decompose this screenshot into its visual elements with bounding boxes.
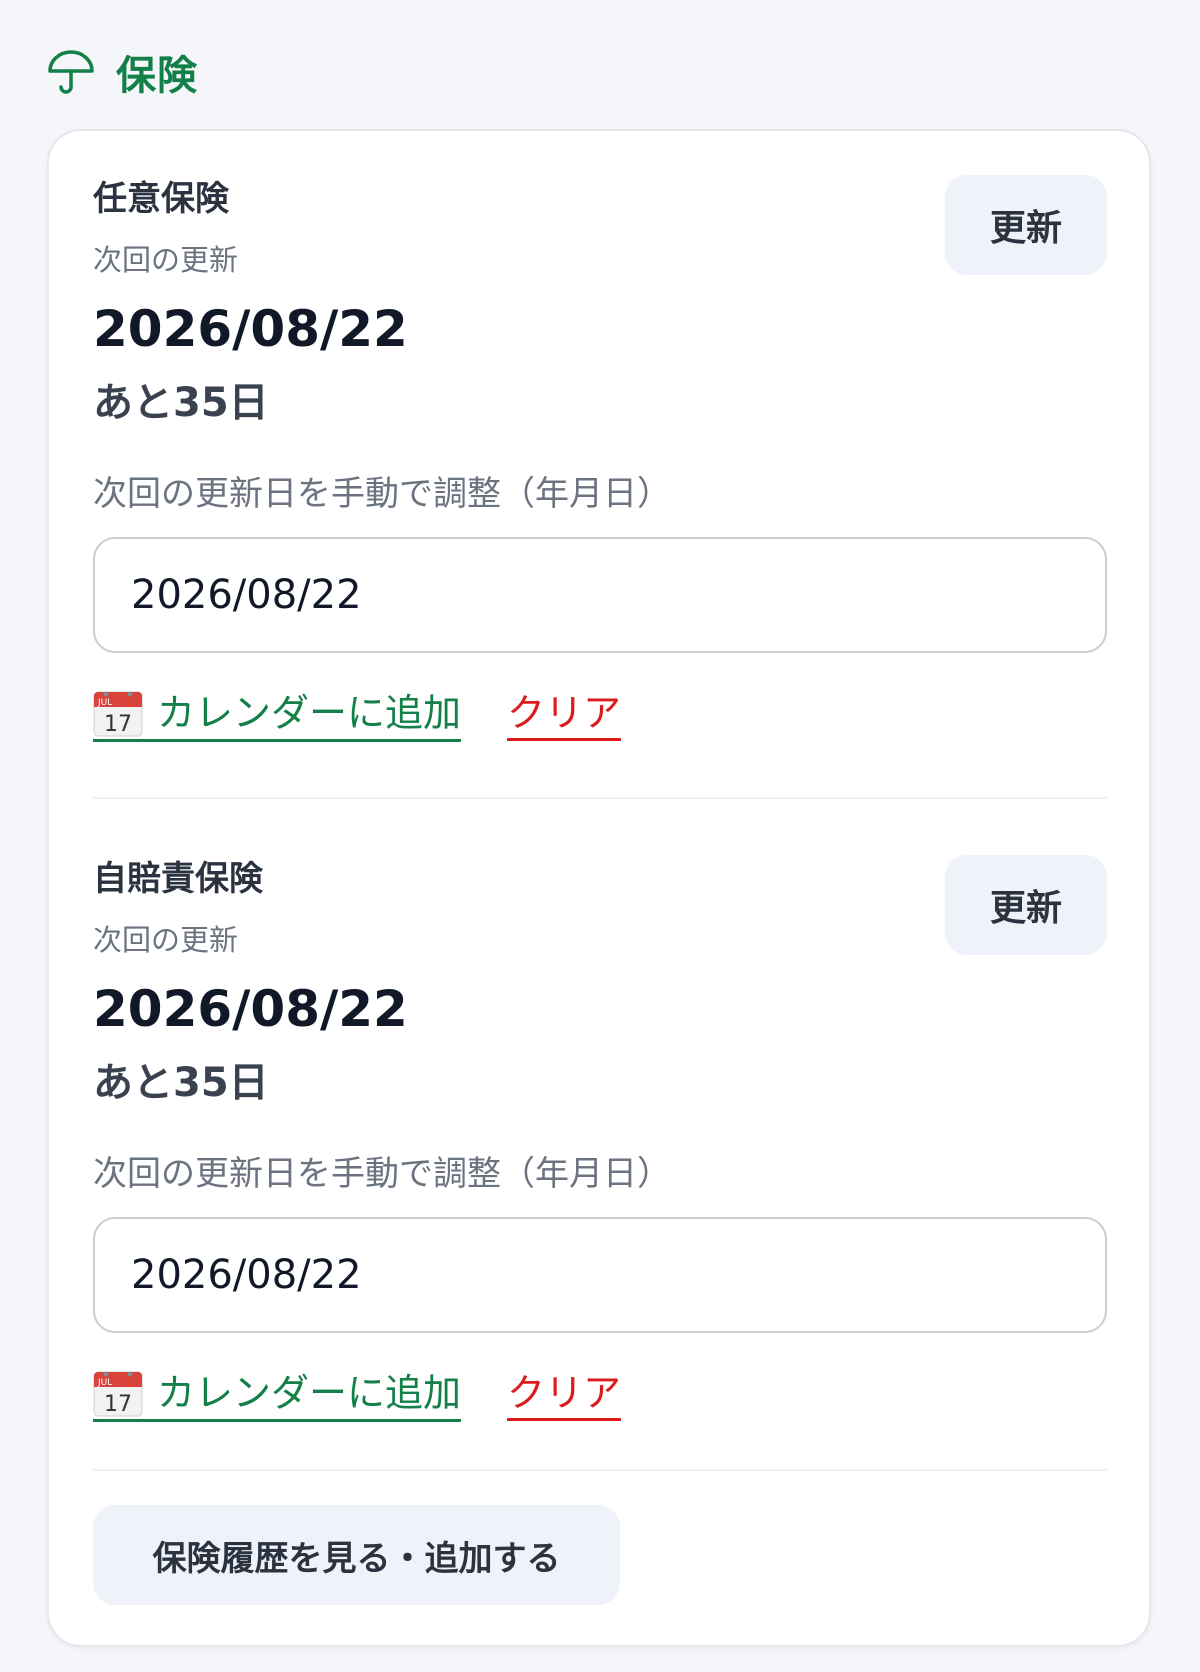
svg-text:17: 17 (104, 1392, 132, 1417)
days-remaining: あと35日 (93, 380, 269, 426)
renewal-date-input[interactable] (93, 1217, 1107, 1333)
calendar-icon: JUL 17 (93, 1369, 143, 1417)
calendar-icon: JUL 17 (93, 689, 143, 737)
clear-link[interactable]: クリア (507, 1370, 622, 1421)
clear-link[interactable]: クリア (507, 690, 622, 741)
section-header: 保険 (46, 42, 198, 102)
renewal-date-input[interactable] (93, 537, 1107, 653)
insurance-card: 任意保険 次回の更新 2026/08/22 あと35日 更新 次回の更新日を手動… (47, 129, 1151, 1647)
divider (93, 1469, 1107, 1471)
next-renewal-date: 2026/08/22 (93, 980, 408, 1038)
update-button[interactable]: 更新 (945, 855, 1107, 955)
svg-text:JUL: JUL (97, 698, 112, 708)
adjust-date-label: 次回の更新日を手動で調整（年月日） (93, 1154, 671, 1194)
insurance-history-button[interactable]: 保険履歴を見る・追加する (93, 1505, 620, 1605)
svg-text:17: 17 (104, 712, 132, 737)
next-renewal-label: 次回の更新 (93, 923, 239, 957)
insurance-title: 自賠責保険 (93, 859, 263, 899)
add-to-calendar-link[interactable]: JUL 17 カレンダーに追加 (93, 689, 462, 742)
insurance-title: 任意保険 (93, 179, 229, 219)
days-remaining: あと35日 (93, 1060, 269, 1106)
next-renewal-date: 2026/08/22 (93, 300, 408, 358)
insurance-item-voluntary: 任意保険 次回の更新 2026/08/22 あと35日 更新 次回の更新日を手動… (93, 131, 1107, 781)
add-to-calendar-label: カレンダーに追加 (157, 690, 462, 735)
add-to-calendar-link[interactable]: JUL 17 カレンダーに追加 (93, 1369, 462, 1422)
next-renewal-label: 次回の更新 (93, 243, 239, 277)
update-button[interactable]: 更新 (945, 175, 1107, 275)
action-row: JUL 17 カレンダーに追加 クリア (93, 687, 622, 743)
adjust-date-label: 次回の更新日を手動で調整（年月日） (93, 474, 671, 514)
action-row: JUL 17 カレンダーに追加 クリア (93, 1367, 622, 1423)
divider (93, 797, 1107, 799)
insurance-item-compulsory: 自賠責保険 次回の更新 2026/08/22 あと35日 更新 次回の更新日を手… (93, 811, 1107, 1461)
umbrella-icon (46, 47, 96, 97)
add-to-calendar-label: カレンダーに追加 (157, 1370, 462, 1415)
svg-text:JUL: JUL (97, 1378, 112, 1388)
section-title: 保険 (116, 53, 198, 99)
